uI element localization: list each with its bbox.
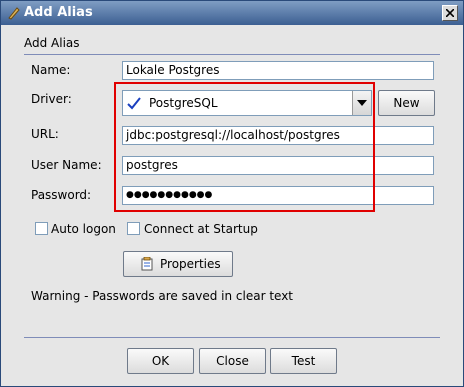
connect-startup-label: Connect at Startup bbox=[144, 222, 258, 236]
properties-icon bbox=[141, 257, 153, 271]
close-window-button[interactable] bbox=[442, 5, 458, 21]
section-title: Add Alias bbox=[24, 36, 80, 50]
section-divider bbox=[24, 54, 440, 55]
test-button[interactable]: Test bbox=[270, 348, 337, 374]
properties-button[interactable]: Properties bbox=[123, 251, 233, 277]
close-button[interactable]: Close bbox=[199, 348, 266, 374]
auto-logon-checkbox[interactable] bbox=[35, 222, 48, 235]
password-warning: Warning - Passwords are saved in clear t… bbox=[31, 289, 294, 303]
button-divider bbox=[24, 337, 440, 338]
ok-button[interactable]: OK bbox=[127, 348, 194, 374]
add-alias-dialog: Add Alias Add Alias Name: Lokale Postgre… bbox=[0, 0, 464, 387]
driver-label: Driver: bbox=[31, 92, 72, 106]
url-label: URL: bbox=[31, 127, 59, 141]
window-title: Add Alias bbox=[24, 5, 93, 20]
properties-button-label: Properties bbox=[160, 257, 221, 271]
password-label: Password: bbox=[31, 188, 92, 202]
username-label: User Name: bbox=[31, 158, 102, 172]
name-label: Name: bbox=[31, 63, 71, 77]
connect-startup-checkbox[interactable] bbox=[127, 222, 140, 235]
app-icon bbox=[8, 7, 20, 20]
name-field[interactable]: Lokale Postgres bbox=[122, 61, 434, 80]
title-bar[interactable]: Add Alias bbox=[1, 1, 463, 25]
close-icon bbox=[446, 9, 454, 17]
highlight-box bbox=[114, 82, 375, 212]
new-driver-button[interactable]: New bbox=[378, 90, 435, 116]
auto-logon-label: Auto logon bbox=[51, 222, 116, 236]
